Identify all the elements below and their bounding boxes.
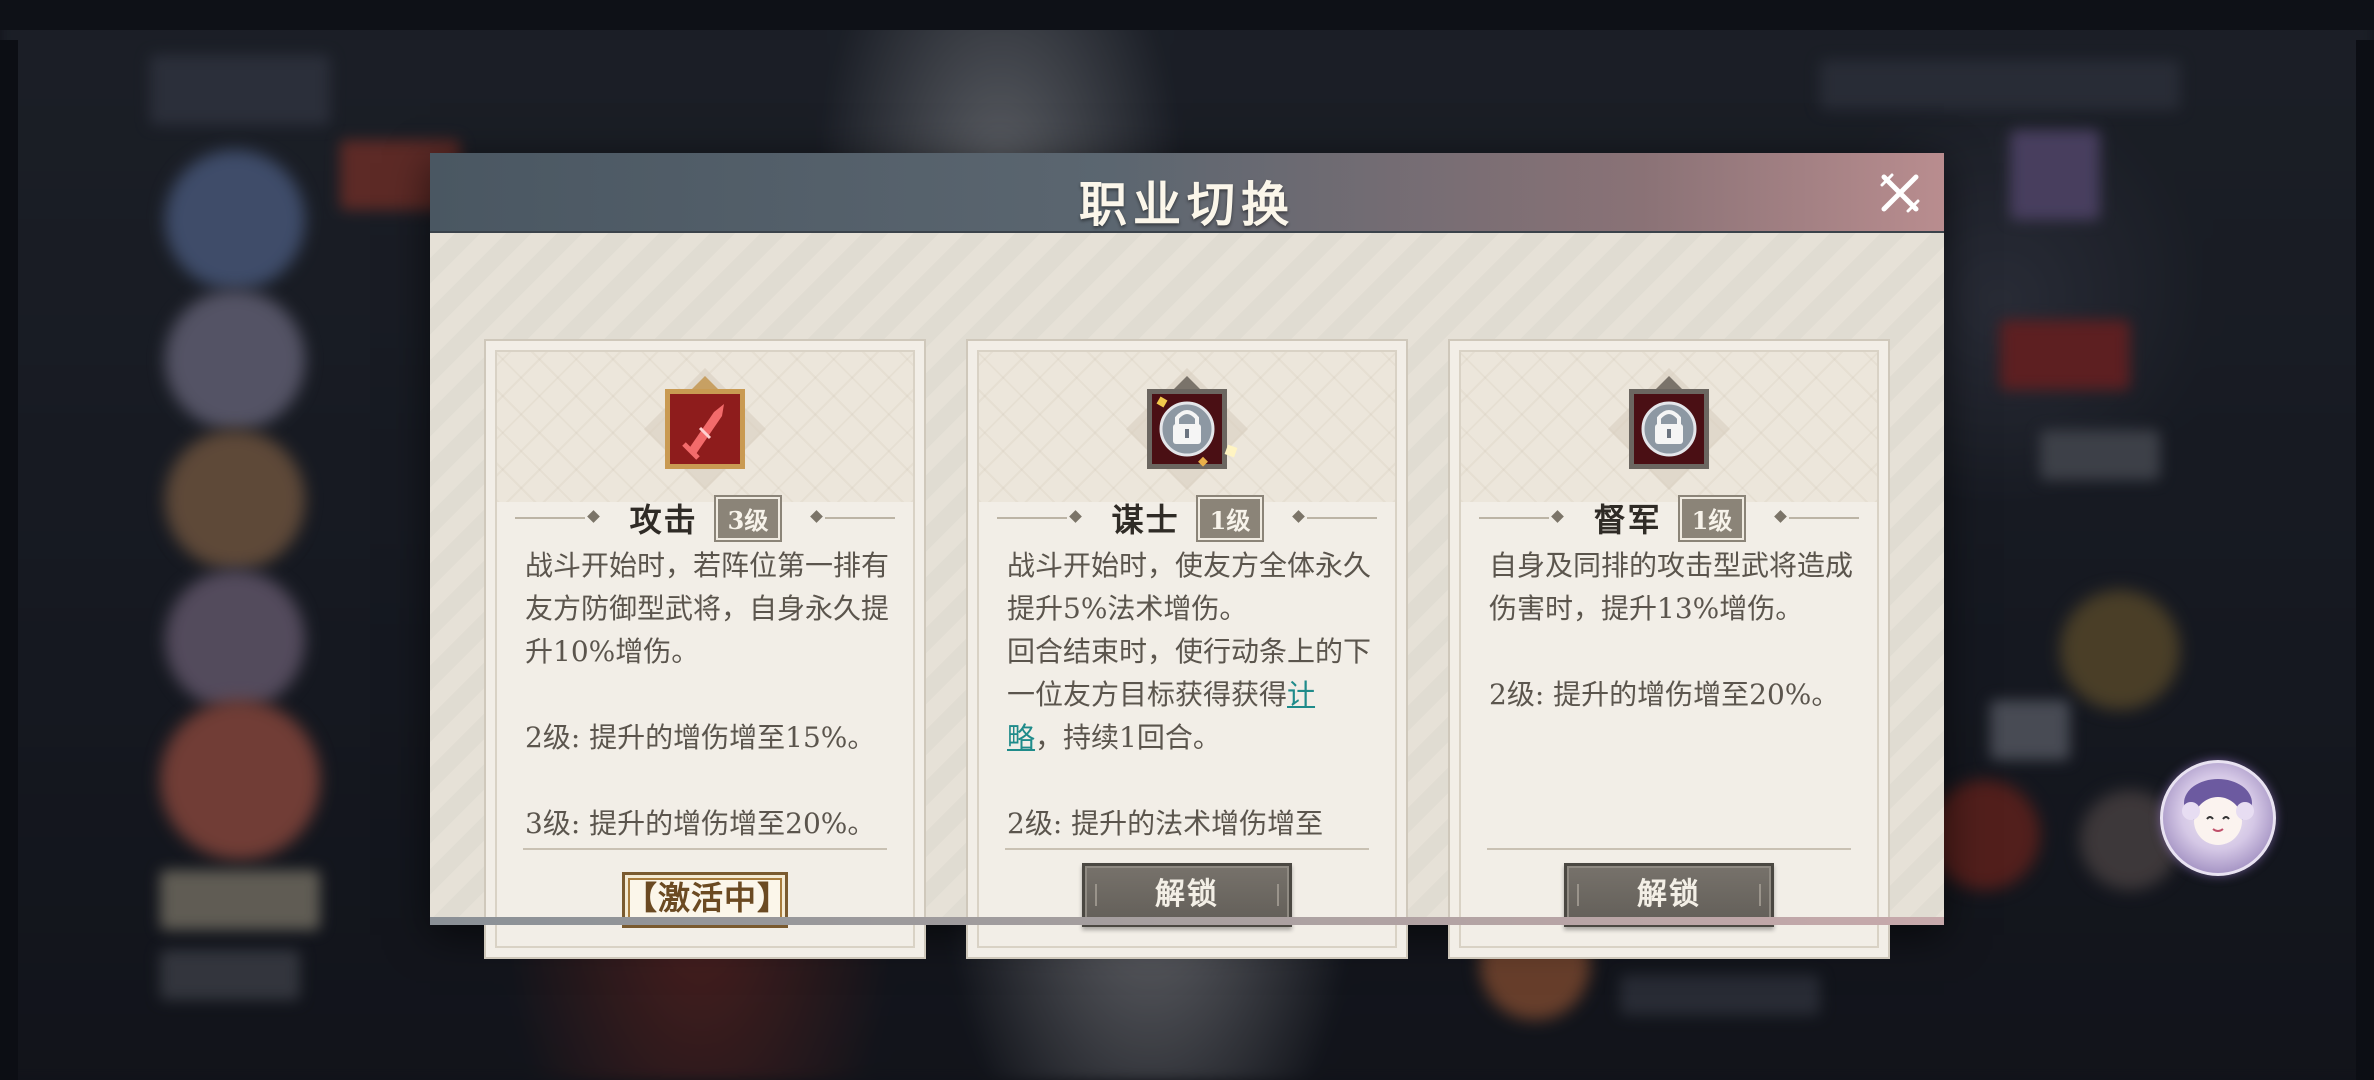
desc-line: 自身及同排的攻击型武将造成伤害时，提升13%增伤。 xyxy=(1489,549,1853,625)
attack-class-emblem xyxy=(640,364,770,494)
class-description: 战斗开始时，使友方全体永久提升5%法术增伤。 回合结束时，使行动条上的下一位友方… xyxy=(1007,544,1371,848)
unlock-button-label: 解锁 xyxy=(1637,877,1701,912)
close-icon xyxy=(1880,173,1920,213)
class-title-row: 督军 1级 xyxy=(1479,494,1859,542)
class-name: 督军 xyxy=(1593,501,1662,539)
class-card-commander[interactable]: 督军 1级 自身及同排的攻击型武将造成伤害时，提升13%增伤。 2级: 提升的增伤… xyxy=(1448,339,1890,959)
dialog-body: 攻击 3级 战斗开始时，若阵位第一排有友方防御型武将，自身永久提升10%增伤。 2… xyxy=(430,233,1944,959)
dialog-bottom-border xyxy=(430,917,1944,925)
chibi-mascot-icon xyxy=(2182,779,2254,845)
desc-line: 战斗开始时，若阵位第一排有友方防御型武将，自身永久提升10%增伤。 xyxy=(525,549,889,668)
class-card-attack[interactable]: 攻击 3级 战斗开始时，若阵位第一排有友方防御型武将，自身永久提升10%增伤。 2… xyxy=(484,339,926,959)
strategist-class-emblem xyxy=(1122,364,1252,494)
class-description: 战斗开始时，若阵位第一排有友方防御型武将，自身永久提升10%增伤。 2级: 提升… xyxy=(525,544,889,848)
desc-line: 2级: 提升的增伤增至20%。 xyxy=(1489,678,1840,711)
unlock-button-label: 解锁 xyxy=(1155,877,1219,912)
active-status-label: 【激活中】 xyxy=(625,879,791,917)
class-title-row: 谋士 1级 xyxy=(997,494,1377,542)
desc-line: 2级: 提升的增伤增至15%。 xyxy=(525,721,876,754)
close-button[interactable] xyxy=(1878,171,1922,215)
level-badge: 3级 xyxy=(713,494,783,542)
class-switch-dialog: 职业切换 攻击 3级 战斗开始时，若阵位第一排有友方防御型武将，自身永久提升10… xyxy=(430,153,1944,959)
class-title-row: 攻击 3级 xyxy=(515,494,895,542)
red-sword-icon xyxy=(644,368,766,490)
commander-class-emblem xyxy=(1604,364,1734,494)
dialog-header: 职业切换 xyxy=(430,153,1944,233)
class-name: 谋士 xyxy=(1111,501,1180,539)
lock-icon xyxy=(1608,368,1730,490)
desc-line: 回合结束时，使行动条上的下一位友方目标获得获得计略，持续1回合。 xyxy=(1007,635,1371,754)
level-badge: 1级 xyxy=(1677,494,1747,542)
class-card-strategist[interactable]: 谋士 1级 战斗开始时，使友方全体永久提升5%法术增伤。 回合结束时，使行动条上的… xyxy=(966,339,1408,959)
class-name: 攻击 xyxy=(629,501,698,539)
desc-line: 3级: 提升的增伤增至20%。 xyxy=(525,807,876,840)
class-description: 自身及同排的攻击型武将造成伤害时，提升13%增伤。 2级: 提升的增伤增至20%… xyxy=(1489,544,1853,848)
desc-line: 2级: 提升的法术增伤增至 xyxy=(1007,807,1324,840)
mascot-avatar-button[interactable] xyxy=(2160,760,2276,876)
dialog-title: 职业切换 xyxy=(1078,177,1295,233)
desc-line: 战斗开始时，使友方全体永久提升5%法术增伤。 xyxy=(1007,549,1371,625)
level-badge: 1级 xyxy=(1195,494,1265,542)
lock-icon xyxy=(1126,368,1248,490)
